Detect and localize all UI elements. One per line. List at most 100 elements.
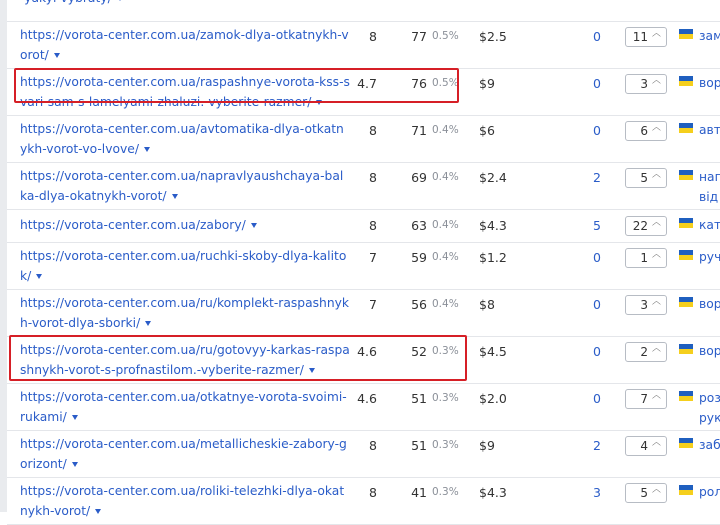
position-value: 3 <box>640 77 648 91</box>
search-volume: 76 <box>411 76 427 91</box>
results-count[interactable]: 2 <box>567 170 601 185</box>
chevron-down-icon[interactable] <box>171 194 178 199</box>
search-volume: 51 <box>411 438 427 453</box>
traffic-percent: 0.3% <box>432 345 459 357</box>
url-text: https://vorota-center.com.ua/ru/komplekt… <box>20 296 350 330</box>
results-count[interactable]: 0 <box>567 391 601 406</box>
traffic-percent: 0.3% <box>432 439 459 451</box>
keyword-difficulty: 4.6 <box>357 391 377 406</box>
position-dropdown[interactable]: 5 ⌵ <box>625 168 667 188</box>
cost-per-click: $9 <box>479 438 495 453</box>
keyword-link[interactable]: авт <box>699 120 720 140</box>
keyword-difficulty: 7 <box>369 297 377 312</box>
search-volume: 63 <box>411 218 427 233</box>
cost-per-click: $4.3 <box>479 485 507 500</box>
results-count[interactable]: 0 <box>567 250 601 265</box>
keyword-link[interactable]: роз рук <box>699 388 720 428</box>
results-count[interactable]: 0 <box>567 76 601 91</box>
chevron-down-icon[interactable] <box>145 321 152 326</box>
position-dropdown[interactable]: 5 ⌵ <box>625 483 667 503</box>
keyword-link[interactable]: заб <box>699 435 720 455</box>
ukraine-flag-icon <box>679 170 693 180</box>
position-value: 5 <box>640 171 648 185</box>
url-link[interactable]: https://vorota-center.com.ua/ru/komplekt… <box>20 293 350 333</box>
chevron-down-icon[interactable] <box>116 0 123 1</box>
url-link[interactable]: https://vorota-center.com.ua/napravlyaus… <box>20 166 350 206</box>
chevron-down-icon: ⌵ <box>652 124 662 134</box>
position-dropdown[interactable]: 4 ⌵ <box>625 436 667 456</box>
results-count[interactable]: 3 <box>567 485 601 500</box>
keyword-link[interactable]: кат <box>699 215 720 235</box>
chevron-down-icon[interactable] <box>250 223 257 228</box>
position-value: 2 <box>640 345 648 359</box>
chevron-down-icon: ⌵ <box>652 30 662 40</box>
search-volume: 41 <box>411 485 427 500</box>
chevron-down-icon[interactable] <box>53 53 60 58</box>
ukraine-flag-icon <box>679 218 693 228</box>
url-link[interactable]: https://vorota-center.com.ua/zamok-dlya-… <box>20 25 350 65</box>
url-text: https://vorota-center.com.ua/otkatnye-vo… <box>20 390 347 424</box>
position-dropdown[interactable]: 3 ⌵ <box>625 74 667 94</box>
position-dropdown[interactable]: 22 ⌵ <box>625 216 667 236</box>
position-dropdown[interactable]: 2 ⌵ <box>625 342 667 362</box>
cost-per-click: $8 <box>479 297 495 312</box>
position-dropdown[interactable]: 1 ⌵ <box>625 248 667 268</box>
search-volume: 52 <box>411 344 427 359</box>
position-value: 4 <box>640 439 648 453</box>
search-volume: 69 <box>411 170 427 185</box>
traffic-percent: 0.5% <box>432 30 459 42</box>
chevron-down-icon[interactable] <box>71 415 78 420</box>
position-dropdown[interactable]: 3 ⌵ <box>625 295 667 315</box>
keyword-link[interactable]: вор <box>699 294 720 314</box>
url-link[interactable]: https://vorota-center.com.ua/avtomatika-… <box>20 119 350 159</box>
chevron-down-icon[interactable] <box>36 274 43 279</box>
position-dropdown[interactable]: 6 ⌵ <box>625 121 667 141</box>
position-value: 5 <box>640 486 648 500</box>
results-count[interactable]: 0 <box>567 297 601 312</box>
ukraine-flag-icon <box>679 391 693 401</box>
chevron-down-icon[interactable] <box>316 100 323 105</box>
url-text: https://vorota-center.com.ua/ruchki-skob… <box>20 249 347 283</box>
keyword-link[interactable]: руч <box>699 247 720 267</box>
ukraine-flag-icon <box>679 29 693 39</box>
url-text: -yakyi-vybraty/ <box>20 0 112 5</box>
cost-per-click: $1.2 <box>479 250 507 265</box>
results-count[interactable]: 5 <box>567 218 601 233</box>
url-link[interactable]: https://vorota-center.com.ua/metalliches… <box>20 434 350 474</box>
keyword-link[interactable]: вор <box>699 341 720 361</box>
url-link[interactable]: https://vorota-center.com.ua/ruchki-skob… <box>20 246 350 286</box>
position-dropdown[interactable]: 7 ⌵ <box>625 389 667 409</box>
url-link[interactable]: https://vorota-center.com.ua/zabory/ <box>20 215 350 235</box>
table-row: https://vorota-center.com.ua/otkatnye-vo… <box>7 383 720 431</box>
traffic-percent: 0.3% <box>432 392 459 404</box>
search-volume: 56 <box>411 297 427 312</box>
table-row: https://vorota-center.com.ua/roliki-tele… <box>7 477 720 525</box>
keyword-link[interactable]: рол <box>699 482 720 502</box>
cost-per-click: $2.0 <box>479 391 507 406</box>
url-link[interactable]: https://vorota-center.com.ua/ru/gotovyy-… <box>20 340 350 380</box>
keyword-difficulty: 8 <box>369 218 377 233</box>
chevron-down-icon[interactable] <box>308 368 315 373</box>
position-dropdown[interactable]: 11 ⌵ <box>625 27 667 47</box>
chevron-down-icon[interactable] <box>71 462 78 467</box>
table-row: https://vorota-center.com.ua/ru/gotovyy-… <box>7 336 720 384</box>
keyword-link[interactable]: нап від <box>699 167 720 207</box>
ukraine-flag-icon <box>679 123 693 133</box>
results-count[interactable]: 0 <box>567 29 601 44</box>
url-link[interactable]: https://vorota-center.com.ua/otkatnye-vo… <box>20 387 350 427</box>
keyword-link[interactable]: зам <box>699 26 720 46</box>
url-link[interactable]: https://vorota-center.com.ua/roliki-tele… <box>20 481 350 521</box>
results-count[interactable]: 0 <box>567 344 601 359</box>
table-row: https://vorota-center.com.ua/ru/komplekt… <box>7 289 720 337</box>
url-link[interactable]: https://vorota-center.com.ua/raspashnye-… <box>20 72 350 112</box>
url-text: https://vorota-center.com.ua/raspashnye-… <box>20 75 350 109</box>
chevron-down-icon[interactable] <box>144 147 151 152</box>
results-count[interactable]: 2 <box>567 438 601 453</box>
url-text: https://vorota-center.com.ua/ru/gotovyy-… <box>20 343 350 377</box>
chevron-down-icon: ⌵ <box>652 439 662 449</box>
keyword-link[interactable]: вор <box>699 73 720 93</box>
traffic-percent: 0.4% <box>432 124 459 136</box>
results-count[interactable]: 0 <box>567 123 601 138</box>
url-text: https://vorota-center.com.ua/avtomatika-… <box>20 122 344 156</box>
url-link[interactable]: -yakyi-vybraty/ <box>20 0 350 8</box>
